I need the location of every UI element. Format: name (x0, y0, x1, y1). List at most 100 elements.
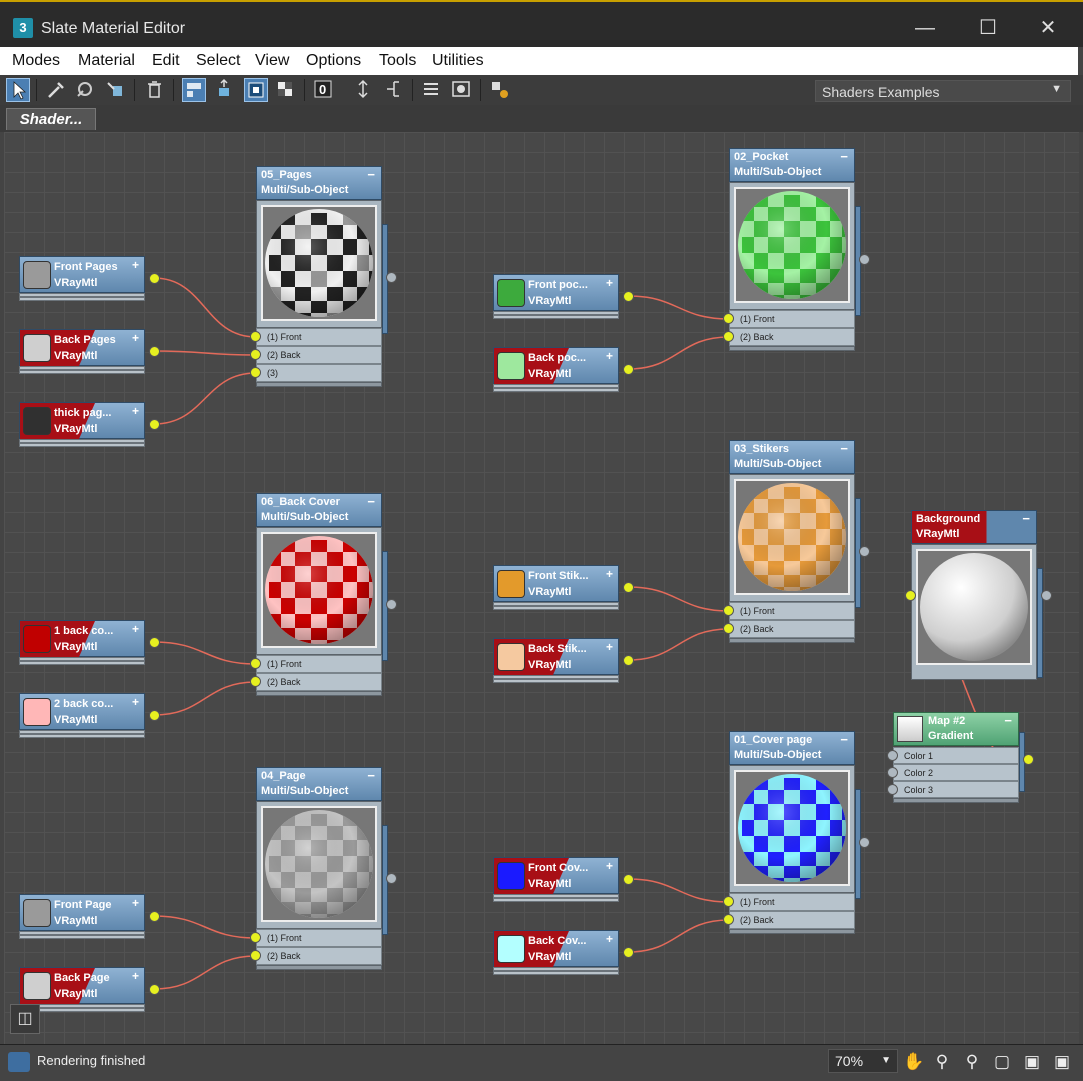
zoom-dropdown[interactable]: 70% ▼ (828, 1049, 898, 1073)
close-icon[interactable]: ✕ (1018, 10, 1078, 46)
pick-material-icon[interactable] (74, 78, 98, 102)
output-socket[interactable] (386, 599, 397, 610)
render-preview-icon[interactable] (450, 78, 474, 102)
input-slot[interactable]: Color 1 (893, 747, 1019, 764)
expand-plus-icon[interactable]: + (132, 404, 139, 418)
collapse-minus-icon[interactable]: − (840, 732, 848, 747)
input-socket[interactable] (250, 950, 261, 961)
connection-wire[interactable] (153, 350, 257, 356)
output-socket[interactable] (149, 346, 160, 357)
expand-plus-icon[interactable]: + (606, 859, 613, 873)
menu-modes[interactable]: Modes (12, 52, 60, 70)
slot-list-icon[interactable] (420, 78, 444, 102)
input-slot[interactable]: Color 3 (893, 781, 1019, 798)
output-socket[interactable] (623, 291, 634, 302)
input-slot[interactable]: Color 2 (893, 764, 1019, 781)
input-socket[interactable] (250, 658, 261, 669)
zoom-extents-all-icon[interactable]: ▣ (1051, 1051, 1073, 1073)
eyedropper-icon[interactable] (44, 78, 68, 102)
input-slot[interactable]: (1) Front (729, 893, 855, 911)
output-socket[interactable] (149, 984, 160, 995)
material-node[interactable]: 1 back co... VRayMtl + (19, 620, 160, 665)
input-slot[interactable]: (2) Back (729, 620, 855, 638)
connection-wire[interactable] (153, 955, 257, 990)
connection-wire[interactable] (153, 641, 257, 665)
expand-plus-icon[interactable]: + (132, 969, 139, 983)
collapse-minus-icon[interactable]: − (1004, 713, 1012, 728)
connection-wire[interactable] (627, 878, 730, 903)
input-slot[interactable]: (2) Back (256, 947, 382, 965)
connection-wire[interactable] (627, 919, 730, 953)
material-node[interactable]: Front Page VRayMtl + (19, 894, 160, 939)
input-slot[interactable]: (3) (256, 364, 382, 382)
output-socket[interactable] (623, 582, 634, 593)
hide-slots-icon[interactable] (352, 78, 376, 102)
menu-material[interactable]: Material (78, 52, 135, 70)
expand-plus-icon[interactable]: + (606, 349, 613, 363)
put-material-icon[interactable] (104, 78, 128, 102)
zoom-region-icon[interactable]: ⚲ (961, 1051, 983, 1073)
menu-utilities[interactable]: Utilities (432, 52, 484, 70)
connection-wire[interactable] (153, 681, 257, 716)
expand-plus-icon[interactable]: + (606, 567, 613, 581)
input-socket[interactable] (723, 623, 734, 634)
output-socket[interactable] (623, 874, 634, 885)
connection-wire[interactable] (627, 336, 730, 370)
zoom-extents-icon[interactable]: ▢ (991, 1051, 1013, 1073)
material-node[interactable]: Back Stik... VRayMtl + (493, 638, 634, 683)
output-socket[interactable] (623, 655, 634, 666)
collapse-minus-icon[interactable]: − (367, 494, 375, 509)
menu-tools[interactable]: Tools (379, 52, 416, 70)
output-socket[interactable] (623, 364, 634, 375)
output-socket[interactable] (1023, 754, 1034, 765)
zoom-extents-selected-icon[interactable]: ▣ (1021, 1051, 1043, 1073)
expand-plus-icon[interactable]: + (132, 622, 139, 636)
collapse-minus-icon[interactable]: − (367, 768, 375, 783)
show-map-icon[interactable] (244, 78, 268, 102)
input-socket[interactable] (723, 313, 734, 324)
input-socket[interactable] (723, 896, 734, 907)
output-socket[interactable] (386, 272, 397, 283)
collapse-minus-icon[interactable]: − (367, 167, 375, 182)
expand-plus-icon[interactable]: + (132, 896, 139, 910)
delete-icon[interactable] (143, 78, 167, 102)
binoculars-icon[interactable]: ◫ (10, 1004, 40, 1034)
input-slot[interactable]: (2) Back (729, 911, 855, 929)
input-socket[interactable] (723, 914, 734, 925)
view-dropdown[interactable]: Shaders Examples ▼ (815, 80, 1071, 102)
select-arrow-icon[interactable] (6, 78, 30, 102)
layout-icon[interactable] (182, 78, 206, 102)
material-node[interactable]: Front Pages VRayMtl + (19, 256, 160, 301)
material-node[interactable]: Front poc... VRayMtl + (493, 274, 634, 319)
output-socket[interactable] (859, 837, 870, 848)
input-socket[interactable] (250, 676, 261, 687)
output-socket[interactable] (149, 911, 160, 922)
input-socket[interactable] (723, 331, 734, 342)
input-socket[interactable] (905, 590, 916, 601)
input-slot[interactable]: (2) Back (729, 328, 855, 346)
collapse-minus-icon[interactable]: − (1022, 511, 1030, 526)
material-node[interactable]: Back poc... VRayMtl + (493, 347, 634, 392)
material-id-icon[interactable]: 0 (312, 78, 336, 102)
connection-wire[interactable] (627, 586, 730, 612)
output-socket[interactable] (859, 546, 870, 557)
input-socket[interactable] (250, 367, 261, 378)
input-slot[interactable]: (2) Back (256, 346, 382, 364)
expand-plus-icon[interactable]: + (132, 331, 139, 345)
zoom-icon[interactable]: ⚲ (931, 1051, 953, 1073)
connection-wire[interactable] (627, 628, 730, 661)
output-socket[interactable] (149, 419, 160, 430)
menu-select[interactable]: Select (196, 52, 240, 70)
minimize-icon[interactable]: — (895, 10, 955, 46)
menu-view[interactable]: View (255, 52, 289, 70)
move-children-icon[interactable] (212, 78, 236, 102)
material-node[interactable]: 2 back co... VRayMtl + (19, 693, 160, 738)
menu-edit[interactable]: Edit (152, 52, 180, 70)
input-socket[interactable] (887, 767, 898, 778)
navigator-icon[interactable] (488, 78, 512, 102)
connection-wire[interactable] (153, 277, 257, 338)
input-socket[interactable] (250, 349, 261, 360)
expand-plus-icon[interactable]: + (132, 258, 139, 272)
pan-icon[interactable]: ✋ (903, 1051, 925, 1073)
input-slot[interactable]: (1) Front (256, 328, 382, 346)
